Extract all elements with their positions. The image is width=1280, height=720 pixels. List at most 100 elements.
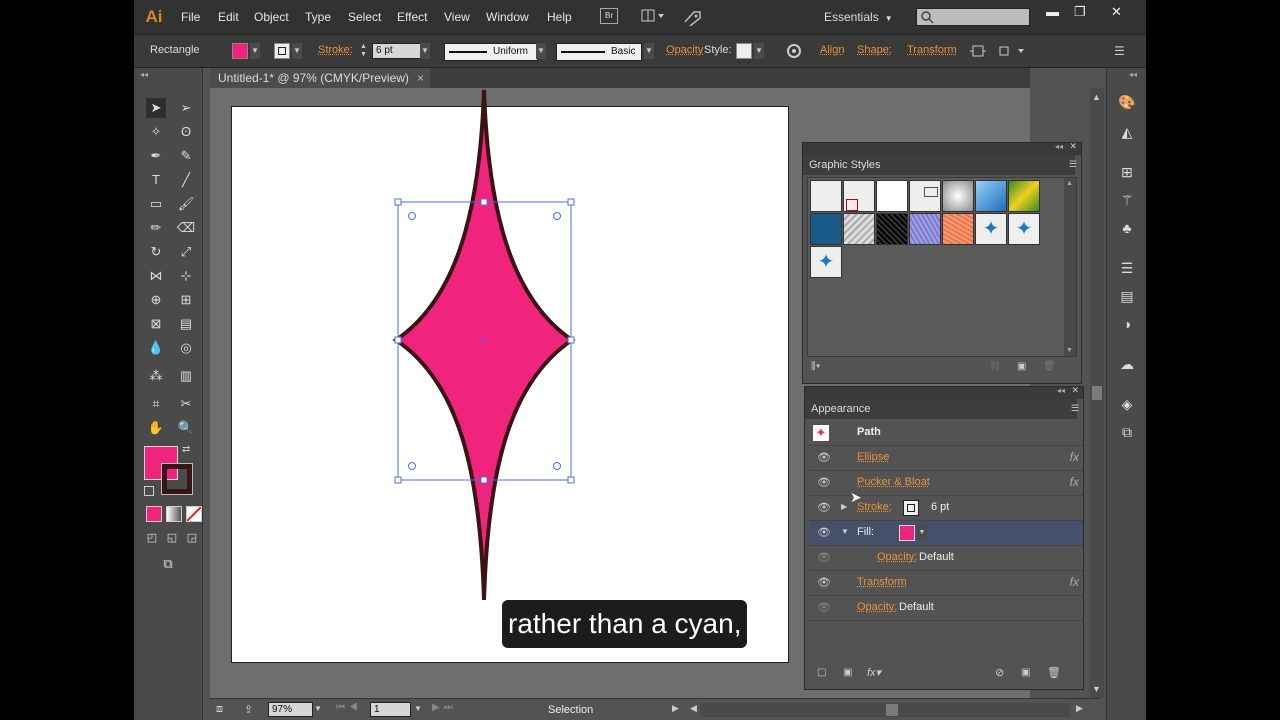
- symbols-icon[interactable]: ♣: [1117, 218, 1137, 238]
- menu-help[interactable]: Help: [547, 10, 572, 24]
- curvature-tool-icon[interactable]: ✎: [176, 146, 196, 166]
- blend-tool-icon[interactable]: ◎: [176, 338, 196, 358]
- brushes-icon[interactable]: ⚚: [1117, 190, 1137, 210]
- paintbrush-tool-icon[interactable]: 🖌: [176, 194, 196, 214]
- minimize-button[interactable]: ▬: [1046, 4, 1059, 19]
- horizontal-scroll-thumb[interactable]: [886, 704, 898, 716]
- style-swatch-white[interactable]: [876, 180, 908, 212]
- effect-transform-row[interactable]: 👁 Transform fx: [809, 571, 1083, 596]
- style-swatch-none[interactable]: [843, 180, 875, 212]
- eraser-tool-icon[interactable]: ⌫: [176, 218, 196, 238]
- profile-chevron-icon[interactable]: ▼: [536, 43, 546, 59]
- arrange-documents-button[interactable]: [641, 8, 667, 24]
- stroke-dropdown-chevron-icon[interactable]: ▼: [292, 43, 302, 59]
- style-swatch-default[interactable]: [810, 180, 842, 212]
- scroll-up-icon[interactable]: ▲: [1092, 92, 1101, 102]
- effect-transform-link[interactable]: Transform: [857, 576, 907, 588]
- collapse-dock-icon[interactable]: ◂◂: [1129, 70, 1137, 79]
- pen-tool-icon[interactable]: ✒: [146, 146, 166, 166]
- stroke-color-swatch[interactable]: [274, 43, 290, 59]
- stroke-link[interactable]: Stroke:: [857, 501, 892, 513]
- effect-pucker-link[interactable]: Pucker & Bloat: [857, 476, 930, 488]
- visibility-eye-icon[interactable]: 👁: [817, 526, 831, 540]
- appearance-menu-icon[interactable]: ☰: [1071, 403, 1079, 414]
- stroke-weight-chevron-icon[interactable]: ▼: [420, 43, 430, 59]
- screen-mode-icon[interactable]: ⧉: [158, 554, 178, 574]
- selection-tool-icon[interactable]: ➤: [146, 98, 166, 118]
- mesh-tool-icon[interactable]: ⊠: [146, 314, 166, 334]
- gpu-icon[interactable]: ⧈: [216, 703, 223, 716]
- visibility-eye-icon[interactable]: 👁: [817, 601, 831, 615]
- type-tool-icon[interactable]: T: [146, 170, 166, 190]
- vertical-scrollbar[interactable]: ▲ ▼: [1090, 88, 1104, 698]
- menu-effect[interactable]: Effect: [397, 10, 427, 24]
- status-menu-arrow-icon[interactable]: ▶: [672, 703, 679, 714]
- fill-swatch[interactable]: [899, 525, 915, 541]
- menu-window[interactable]: Window: [486, 10, 529, 24]
- align-label[interactable]: Align: [820, 44, 844, 56]
- transform-label[interactable]: Transform: [907, 44, 957, 56]
- vertical-scroll-thumb[interactable]: [1092, 386, 1102, 400]
- color-guide-icon[interactable]: 🎨: [1117, 92, 1137, 112]
- variable-width-profile-select[interactable]: Uniform: [444, 43, 538, 61]
- hand-tool-icon[interactable]: ✋: [146, 418, 166, 438]
- styles-scroll-down-icon[interactable]: ▼: [1066, 347, 1073, 354]
- artboard-next-icons[interactable]: ▶⏭: [432, 702, 457, 713]
- gradient-panel-icon[interactable]: ▤: [1117, 286, 1137, 306]
- horizontal-scrollbar[interactable]: [700, 703, 1070, 717]
- stroke-weight-stepper[interactable]: ▲ ▼: [360, 43, 370, 59]
- effect-ellipse-row[interactable]: 👁 Ellipse fx: [809, 446, 1083, 471]
- style-swatch-strokes[interactable]: [909, 180, 941, 212]
- menu-type[interactable]: Type: [305, 10, 331, 24]
- workspace-switcher[interactable]: Essentials ▼: [824, 10, 893, 24]
- transform-again-button[interactable]: [998, 43, 1026, 59]
- scale-tool-icon[interactable]: ⤢: [176, 242, 196, 262]
- swap-fill-stroke-icon[interactable]: ⇄: [182, 444, 190, 455]
- zoom-chevron-icon[interactable]: ▼: [314, 704, 322, 713]
- column-graph-tool-icon[interactable]: ▥: [176, 366, 196, 386]
- add-fill-icon[interactable]: ▣: [843, 667, 852, 678]
- style-libraries-icon[interactable]: ⫼▾: [811, 361, 820, 372]
- slice-tool-icon[interactable]: ✂: [176, 394, 196, 414]
- fill-swatch-chevron-icon[interactable]: ▼: [917, 525, 927, 541]
- eyedropper-tool-icon[interactable]: 💧: [146, 338, 166, 358]
- transparency-icon[interactable]: ◑: [1117, 314, 1137, 334]
- rotate-tool-icon[interactable]: ↻: [146, 242, 166, 262]
- menu-edit[interactable]: Edit: [218, 10, 239, 24]
- fx-icon[interactable]: fx: [1070, 575, 1079, 589]
- stroke-swatch[interactable]: [903, 500, 919, 516]
- help-search-input[interactable]: [916, 8, 1030, 26]
- brush-chevron-icon[interactable]: ▼: [644, 43, 654, 59]
- magic-wand-tool-icon[interactable]: ✧: [146, 122, 166, 142]
- bridge-button[interactable]: Br: [600, 8, 618, 24]
- artboard-tool-icon[interactable]: ⌗: [146, 394, 166, 414]
- close-window-button[interactable]: ✕: [1111, 4, 1122, 20]
- artboard-prev-icons[interactable]: ⏮◀: [336, 702, 362, 713]
- visibility-eye-icon[interactable]: 👁: [817, 501, 831, 515]
- default-fill-stroke-icon[interactable]: [144, 486, 154, 496]
- artboards-icon[interactable]: ⧉: [1117, 422, 1137, 442]
- style-swatch-blue-gradient[interactable]: [975, 180, 1007, 212]
- stroke-color-box[interactable]: [161, 463, 193, 495]
- width-tool-icon[interactable]: ⋈: [146, 266, 166, 286]
- object-opacity-link[interactable]: Opacity:: [857, 601, 897, 613]
- visibility-eye-icon[interactable]: 👁: [817, 476, 831, 490]
- star-shape[interactable]: [392, 89, 576, 601]
- menu-view[interactable]: View: [444, 10, 470, 24]
- artboard-number-field[interactable]: 1: [370, 702, 411, 717]
- graphic-styles-tab[interactable]: Graphic Styles: [803, 155, 1075, 175]
- new-style-icon[interactable]: ▣: [1017, 361, 1026, 372]
- collapse-triangle-icon[interactable]: ▼: [841, 527, 849, 536]
- control-menu-icon[interactable]: ☰: [1114, 43, 1130, 59]
- stroke-panel-icon[interactable]: ☰: [1117, 258, 1137, 278]
- artboard-chevron-icon[interactable]: ▼: [414, 704, 422, 713]
- break-link-icon[interactable]: ⛓: [989, 361, 1002, 372]
- scroll-right-icon[interactable]: ▶: [1076, 703, 1083, 714]
- fill-color-swatch[interactable]: [232, 43, 248, 59]
- scroll-left-icon[interactable]: ◀: [690, 703, 697, 714]
- layers-icon[interactable]: ◈: [1117, 394, 1137, 414]
- gradient-tool-icon[interactable]: ▤: [176, 314, 196, 334]
- style-swatch-blue-texture[interactable]: [810, 213, 842, 245]
- draw-inside-icon[interactable]: ◲: [182, 528, 202, 548]
- expand-triangle-icon[interactable]: ▶: [841, 502, 847, 511]
